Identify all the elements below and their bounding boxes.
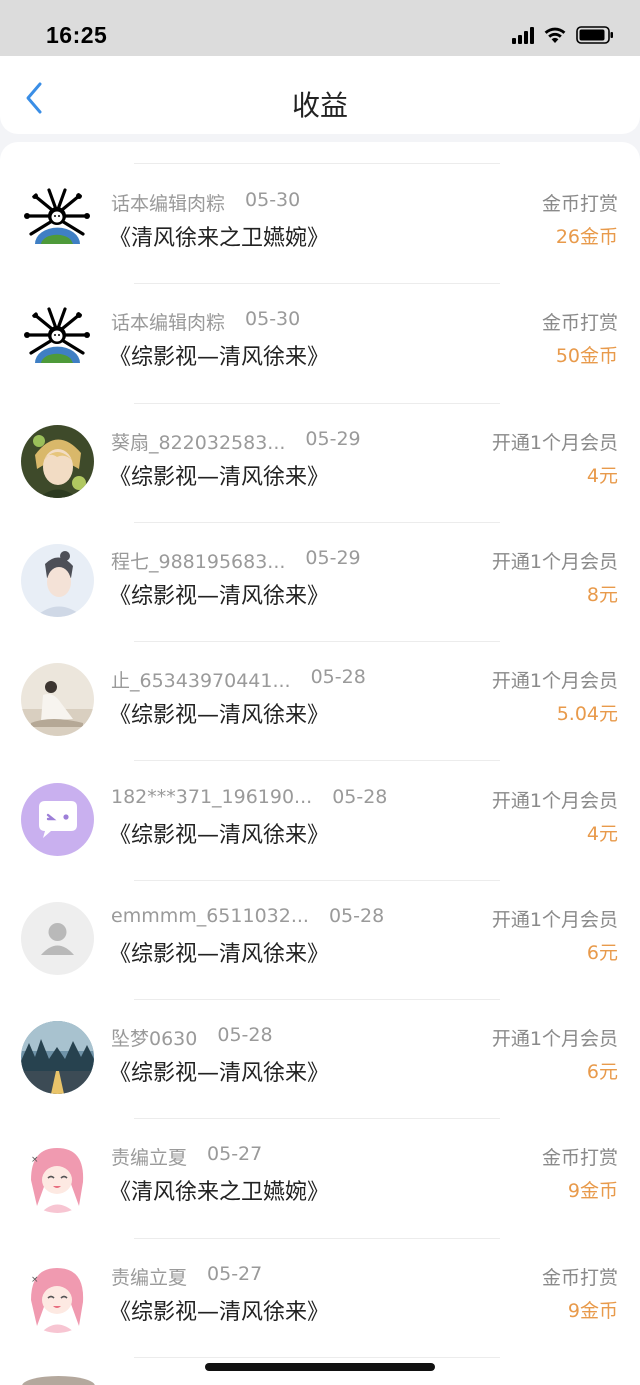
date-label: 05-30 [245, 189, 301, 211]
page-title: 收益 [291, 89, 348, 122]
status-icons [512, 26, 614, 44]
default-user-avatar[interactable] [21, 901, 94, 975]
wifi-icon [543, 26, 567, 44]
income-amount: 4元 [586, 464, 618, 487]
income-type: 开通1个月会员 [491, 550, 618, 573]
book-title: 《综影视—清风徐来》 [109, 941, 330, 967]
date-label: 05-27 [207, 1143, 263, 1166]
pink-anime-girl-avatar[interactable]: × [21, 1259, 94, 1333]
date-label: 05-28 [217, 1024, 273, 1047]
status-time: 16:25 [46, 22, 108, 48]
username: 程七_988195683... [111, 550, 286, 573]
income-amount: 26金币 [555, 226, 618, 248]
user-line: 程七_988195683... 05-29 [111, 547, 361, 574]
income-type: 开通1个月会员 [491, 1028, 618, 1051]
username: 话本编辑肉粽 [111, 312, 226, 335]
income-row[interactable]: 止_65343970441... 05-28 《综影视—清风徐来》 开通1个月会… [0, 642, 640, 762]
date-label: 05-28 [328, 904, 385, 927]
username: 葵扇_822032583... [111, 431, 286, 454]
book-title: 《清风徐来之卫嬿婉》 [109, 1180, 330, 1206]
income-amount: 8元 [586, 583, 618, 606]
date-label: 05-27 [207, 1262, 263, 1285]
income-amount: 50金币 [555, 345, 618, 368]
income-row[interactable]: 葵扇_822032583... 05-29 《综影视—清风徐来》 开通1个月会员… [0, 404, 640, 523]
username: 止_65343970441... [111, 670, 291, 693]
income-list[interactable]: 话本编辑肉粽 05-30 《清风徐来之卫嬿婉》 金币打赏 26金币 话本编辑肉粽… [0, 142, 640, 1385]
battery-icon [576, 26, 614, 44]
chat-bubble-avatar[interactable] [21, 782, 94, 856]
pink-anime-girl-avatar[interactable]: × [21, 1140, 94, 1214]
book-title: 《综影视—清风徐来》 [109, 1299, 330, 1325]
date-label: 05-28 [310, 666, 366, 689]
nav-header: 收益 [0, 56, 640, 134]
user-line: 止_65343970441... 05-28 [111, 666, 366, 693]
divider [134, 163, 500, 164]
cellular-signal-icon [512, 26, 534, 44]
username: 责编立夏 [111, 1147, 188, 1170]
anime-boy-avatar[interactable] [21, 424, 94, 498]
income-amount: 9金币 [567, 1299, 618, 1322]
status-bar: 16:25 [0, 0, 640, 56]
user-line: emmmm_6511032... 05-28 [111, 905, 384, 927]
income-amount: 9金币 [567, 1180, 618, 1203]
income-type: 金币打赏 [541, 312, 618, 335]
book-title: 《综影视—清风徐来》 [109, 703, 330, 729]
income-amount: 6元 [586, 941, 618, 964]
income-amount: 6元 [586, 1061, 618, 1084]
income-row[interactable]: 坠梦0630 05-28 《综影视—清风徐来》 开通1个月会员 6元 [0, 1000, 640, 1120]
book-title: 《综影视—清风徐来》 [109, 1061, 330, 1087]
user-line: 话本编辑肉粽 05-30 [111, 308, 300, 335]
username: 责编立夏 [111, 1266, 188, 1289]
book-title: 《综影视—清风徐来》 [109, 464, 330, 490]
income-row[interactable]: 话本编辑肉粽 05-30 《综影视—清风徐来》 金币打赏 50金币 [0, 284, 640, 404]
income-amount: 4元 [586, 822, 618, 845]
user-line: 责编立夏 05-27 [111, 1143, 262, 1170]
date-label: 05-30 [245, 308, 301, 331]
home-indicator[interactable] [205, 1363, 435, 1371]
user-line: 责编立夏 05-27 [111, 1263, 262, 1290]
user-line: 坠梦0630 05-28 [111, 1024, 273, 1051]
user-line: 葵扇_822032583... 05-29 [111, 428, 361, 455]
book-title: 《综影视—清风徐来》 [109, 822, 330, 848]
book-title: 《综影视—清风徐来》 [109, 345, 330, 371]
svg-text:×: × [31, 1275, 39, 1285]
girl-photo-avatar[interactable] [21, 543, 94, 617]
date-label: 05-28 [332, 785, 388, 808]
spider-logo-icon[interactable] [21, 186, 94, 259]
date-label: 05-29 [305, 546, 361, 569]
username: 182***371_196190... [111, 785, 313, 808]
income-type: 开通1个月会员 [491, 670, 618, 693]
income-type: 金币打赏 [541, 1266, 618, 1289]
income-row[interactable]: × 责编立夏 05-27 《清风徐来之卫嬿婉》 金币打赏 9金币 [0, 1119, 640, 1239]
income-row[interactable]: × 责编立夏 05-27 《综影视—清风徐来》 金币打赏 9金币 [0, 1239, 640, 1358]
road-landscape-avatar[interactable] [21, 1021, 94, 1095]
svg-text:×: × [31, 1155, 39, 1165]
book-title: 《清风徐来之卫嬿婉》 [109, 226, 330, 251]
divider [134, 1356, 500, 1358]
username: 话本编辑肉粽 [111, 193, 226, 215]
username: emmmm_6511032... [111, 904, 309, 927]
income-type: 金币打赏 [541, 193, 618, 215]
income-type: 金币打赏 [541, 1147, 618, 1170]
income-type: 开通1个月会员 [491, 908, 618, 931]
date-label: 05-29 [305, 427, 361, 450]
income-row[interactable]: 程七_988195683... 05-29 《综影视—清风徐来》 开通1个月会员… [0, 523, 640, 643]
previous-item-stub [32, 142, 72, 144]
income-amount: 5.04元 [556, 703, 618, 726]
person-photo-avatar[interactable] [21, 663, 94, 737]
income-type: 开通1个月会员 [491, 789, 618, 812]
username: 坠梦0630 [111, 1028, 198, 1051]
book-title: 《综影视—清风徐来》 [109, 583, 330, 609]
income-row[interactable]: 话本编辑肉粽 05-30 《清风徐来之卫嬿婉》 金币打赏 26金币 [0, 165, 640, 285]
income-type: 开通1个月会员 [491, 431, 618, 454]
user-line: 182***371_196190... 05-28 [111, 786, 387, 808]
user-line: 话本编辑肉粽 05-30 [111, 189, 300, 216]
spider-logo-icon[interactable] [21, 305, 94, 379]
income-row[interactable]: emmmm_6511032... 05-28 《综影视—清风徐来》 开通1个月会… [0, 881, 640, 1001]
income-row[interactable]: 182***371_196190... 05-28 《综影视—清风徐来》 开通1… [0, 762, 640, 881]
